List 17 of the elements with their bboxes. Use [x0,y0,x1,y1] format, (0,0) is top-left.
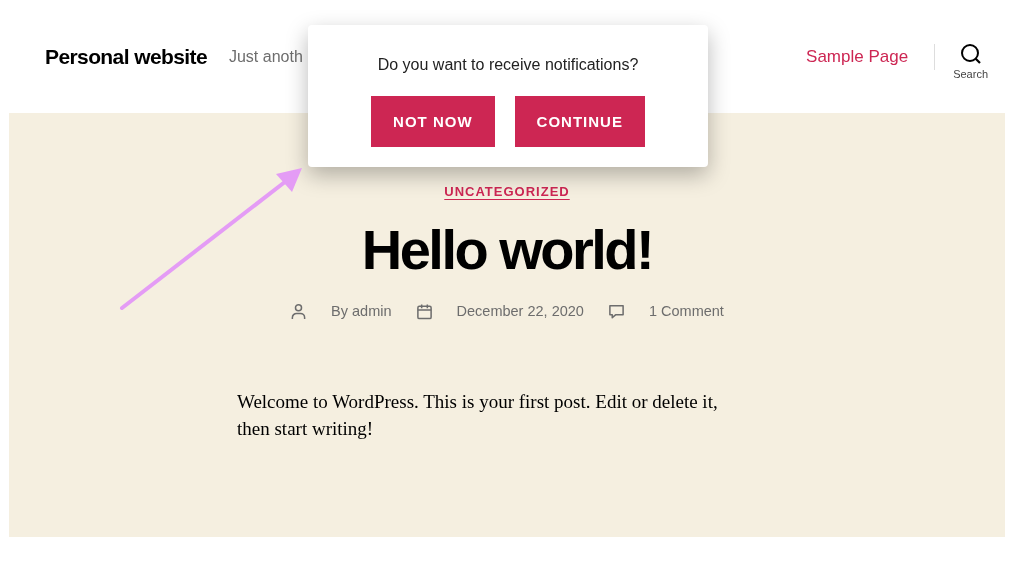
post-title: Hello world! [361,219,653,281]
post-meta-text[interactable]: By admin [331,302,392,320]
dialog-message: Do you want to receive notifications? [377,56,639,74]
category-link[interactable]: UNCATEGORIZED [444,184,570,199]
post-body-text: Welcome to WordPress. This is your first post. Edit or delete it, then start writing! [237,389,719,442]
post-meta-text[interactable]: 1 Comment [648,302,724,320]
site-title[interactable]: Personal website [45,44,207,69]
speech-bubble-icon [607,302,625,320]
site-tagline: Just anoth [228,47,303,66]
search-button[interactable]: Search [953,43,988,80]
search-icon [959,43,982,65]
calendar-icon [415,302,433,320]
dialog-button[interactable]: CONTINUE [514,96,645,147]
nav-link[interactable]: Sample Page [806,46,909,67]
post-meta-text[interactable]: December 22, 2020 [456,302,584,320]
person-icon [290,302,308,320]
dialog-button[interactable]: NOT NOW [371,96,495,147]
